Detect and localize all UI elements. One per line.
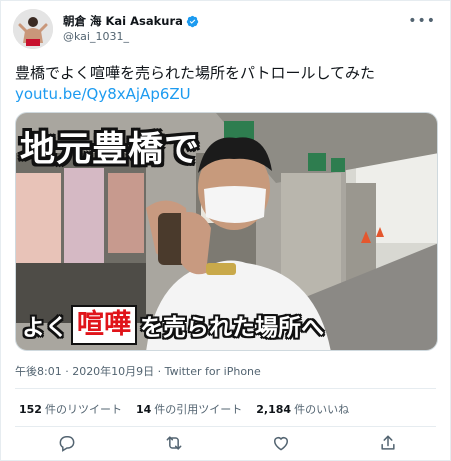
caption-top: 地元豊橋で bbox=[20, 130, 201, 170]
tweet-text: 豊橋でよく喧嘩を売られた場所をパトロールしてみた bbox=[15, 64, 376, 82]
retweet-icon[interactable] bbox=[164, 433, 184, 453]
media-thumbnail[interactable]: 地元豊橋で よく 喧嘩 を売られた場所へ bbox=[15, 112, 438, 351]
avatar[interactable] bbox=[13, 9, 53, 49]
verified-badge-icon bbox=[186, 15, 199, 27]
avatar-image bbox=[13, 9, 53, 49]
action-bar bbox=[1, 433, 451, 455]
caption-bottom-part-1: よく bbox=[22, 315, 68, 341]
more-options-icon[interactable]: ••• bbox=[408, 13, 436, 29]
caption-bottom-highlight: 喧嘩 bbox=[71, 305, 137, 345]
name-row: 朝倉 海 Kai Asakura bbox=[63, 13, 199, 29]
reply-icon[interactable] bbox=[57, 433, 77, 453]
likes-stat[interactable]: 2,184 件のいいね bbox=[256, 401, 349, 417]
retweets-count: 152 bbox=[19, 403, 42, 416]
heart-icon[interactable] bbox=[271, 433, 291, 453]
user-handle[interactable]: @kai_1031_ bbox=[63, 30, 129, 43]
divider bbox=[15, 388, 436, 389]
likes-label: 件のいいね bbox=[294, 403, 350, 416]
retweets-stat[interactable]: 152 件のリツイート bbox=[19, 401, 122, 417]
tweet-link[interactable]: youtu.be/Qy8xAjAp6ZU bbox=[15, 84, 191, 105]
share-icon[interactable] bbox=[378, 433, 398, 453]
quotes-count: 14 bbox=[135, 403, 152, 416]
divider bbox=[15, 426, 436, 427]
engagement-stats: 152 件のリツイート 14 件の引用ツイート 2,184 件のいいね bbox=[19, 401, 349, 417]
display-name[interactable]: 朝倉 海 Kai Asakura bbox=[63, 13, 183, 29]
retweets-label: 件のリツイート bbox=[44, 403, 122, 416]
caption-bottom-part-3: を売られた場所へ bbox=[140, 315, 324, 341]
tweet-timestamp[interactable]: 午後8:01 · 2020年10月9日 · Twitter for iPhone bbox=[15, 363, 261, 379]
quotes-label: 件の引用ツイート bbox=[154, 403, 243, 416]
caption-bottom: よく 喧嘩 を売られた場所へ bbox=[22, 305, 324, 345]
tweet-card: 朝倉 海 Kai Asakura @kai_1031_ ••• 豊橋でよく喧嘩を… bbox=[0, 0, 451, 461]
likes-count: 2,184 bbox=[256, 403, 292, 416]
quotes-stat[interactable]: 14 件の引用ツイート bbox=[136, 401, 242, 417]
